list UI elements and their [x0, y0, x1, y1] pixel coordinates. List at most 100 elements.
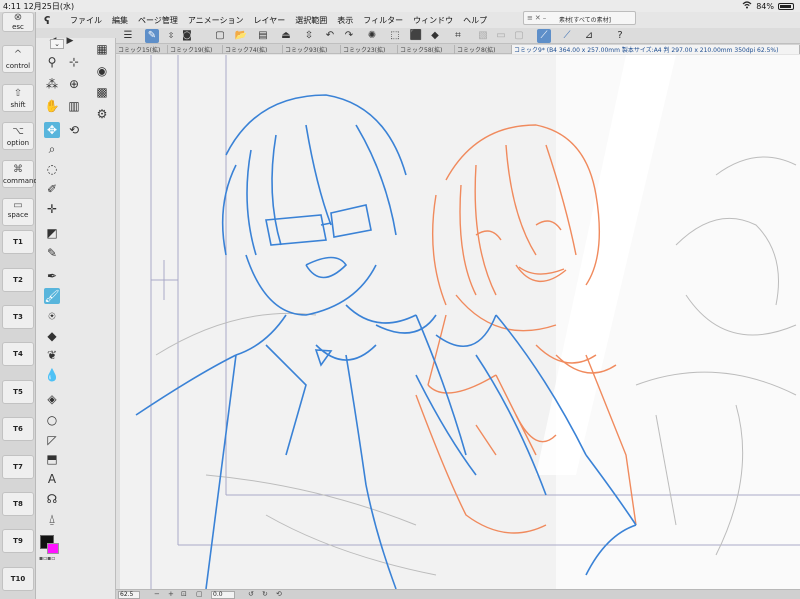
correct-line-icon[interactable]: ⍙ [44, 511, 60, 527]
figure-icon[interactable]: ○ [44, 412, 60, 428]
deselect-icon[interactable]: ▭ [494, 29, 508, 43]
layer-property-icon[interactable]: ▩ [94, 84, 110, 100]
shift-key[interactable]: ⇧ shift [2, 84, 34, 112]
menu-view[interactable]: 表示 [337, 15, 353, 26]
menu-edit[interactable]: 編集 [112, 15, 128, 26]
menu-layer[interactable]: レイヤー [254, 15, 286, 26]
menu-filter[interactable]: フィルター [363, 15, 403, 26]
lasso-icon[interactable]: ◌ [44, 161, 60, 177]
invert-selection-icon[interactable]: ▧ [476, 29, 490, 43]
menu-window[interactable]: ウィンドウ [413, 15, 453, 26]
fill-select-icon[interactable]: ⊕ [66, 76, 82, 92]
pen-mode-icon[interactable]: ✎ [145, 29, 159, 43]
rotate-right-icon[interactable]: ↻ [262, 590, 268, 598]
layer-stack-icon[interactable]: ▦ [94, 41, 110, 57]
rotation-field[interactable]: 0.0 [211, 591, 235, 599]
companion-mode-icon[interactable]: ◙ [180, 29, 194, 43]
custom-key-t8[interactable]: T8 [2, 492, 34, 516]
magnifier-icon[interactable]: ⌕ [44, 141, 60, 157]
menu-toggle-icon[interactable]: ☰ [121, 29, 135, 43]
save-icon[interactable]: ▤ [256, 29, 270, 43]
decoration-icon[interactable]: ❦ [44, 347, 60, 363]
navigator-icon[interactable]: ◉ [94, 63, 110, 79]
app-logo-icon[interactable]: ʕ [44, 14, 60, 27]
tab-comic23[interactable]: コミック23(拡) [341, 45, 398, 54]
tab-comic8[interactable]: コミック8(拡) [455, 45, 512, 54]
fill-bucket-icon[interactable]: ◈ [44, 391, 60, 407]
fit-screen-icon[interactable]: ⊡ [181, 590, 187, 598]
tab-comic58[interactable]: コミック58(拡) [398, 45, 455, 54]
magic-wand-icon[interactable]: ⁂ [44, 76, 60, 92]
clear-outside-icon[interactable]: ⬛ [409, 29, 423, 43]
brush-size-icon[interactable]: ⚙ [94, 106, 110, 122]
redo-icon[interactable]: ↷ [342, 29, 356, 43]
menu-help[interactable]: ヘルプ [463, 15, 487, 26]
reset-rotation-icon[interactable]: ⟲ [276, 590, 282, 598]
custom-key-t3[interactable]: T3 [2, 305, 34, 329]
crop-icon[interactable]: ⌗ [451, 29, 465, 43]
rotate-left-icon[interactable]: ↺ [248, 590, 254, 598]
move-layer-icon[interactable]: ✥ [44, 122, 60, 138]
custom-key-t5[interactable]: T5 [2, 380, 34, 404]
help-icon[interactable]: ? [613, 29, 627, 43]
menu-animation[interactable]: アニメーション [188, 15, 244, 26]
tab-comic93[interactable]: コミック93(拡) [283, 45, 341, 54]
custom-key-t10[interactable]: T10 [2, 567, 34, 591]
snap-ruler-icon[interactable]: ⟋ [537, 29, 551, 43]
undo-redo-stepper-icon[interactable]: ⇳ [302, 29, 316, 43]
airbrush-icon[interactable]: ⍟ [44, 308, 60, 324]
esc-key[interactable]: ⊗ esc [2, 12, 34, 32]
pen-tool-icon[interactable]: ✒ [44, 268, 60, 284]
balloon-icon[interactable]: ☊ [44, 491, 60, 507]
custom-key-t6[interactable]: T6 [2, 417, 34, 441]
zoom-out-icon[interactable]: − [154, 590, 160, 598]
option-key[interactable]: ⌥ option [2, 122, 34, 150]
blend-icon[interactable]: 💧 [44, 367, 60, 383]
tab-comic15[interactable]: コミック15(拡) [116, 45, 168, 54]
transform-icon[interactable]: ✛ [44, 201, 60, 217]
custom-key-t1[interactable]: T1 [2, 230, 34, 254]
menu-selection[interactable]: 選択範囲 [295, 15, 327, 26]
custom-key-t9[interactable]: T9 [2, 529, 34, 553]
control-key[interactable]: ^ control [2, 45, 34, 73]
eyedropper-icon[interactable]: ✐ [44, 181, 60, 197]
frame-border-icon[interactable]: ◸ [44, 432, 60, 448]
eraser-icon[interactable]: ◆ [44, 328, 60, 344]
sync-icon[interactable]: ⟲ [66, 122, 82, 138]
snap-special-ruler-icon[interactable]: ⟋ [560, 29, 574, 43]
snap-grid-icon[interactable]: ⊿ [582, 29, 596, 43]
custom-key-t2[interactable]: T2 [2, 268, 34, 292]
menu-file[interactable]: ファイル [70, 15, 102, 26]
hand-tool-icon[interactable]: ✋ [44, 98, 60, 114]
zoom-in-icon[interactable]: + [168, 590, 174, 598]
operation-icon[interactable]: ⬒ [44, 451, 60, 467]
fill-icon[interactable]: ◆ [428, 29, 442, 43]
material-window[interactable]: ≡✕– 素材[すべての素材] [523, 11, 636, 25]
pencil-icon[interactable]: ✎ [44, 245, 60, 261]
zoom-tool-icon[interactable]: ⚲ [44, 54, 60, 70]
window-controls-icon[interactable]: ≡✕– [527, 14, 548, 22]
space-key[interactable]: ▭ space [2, 198, 34, 226]
layer-move-icon[interactable]: ⊹ [66, 54, 82, 70]
new-canvas-icon[interactable]: ▢ [213, 29, 227, 43]
menu-page-management[interactable]: ページ管理 [138, 15, 178, 26]
drawing-canvas[interactable] [116, 55, 800, 589]
palette-dropdown-icon[interactable]: ⌄ [50, 39, 64, 49]
zoom-field[interactable]: 62.5 [118, 591, 140, 599]
transparent-color-icon[interactable]: ▪▫▪▫ [39, 556, 55, 562]
text-icon[interactable]: A [44, 471, 60, 487]
tab-comic19[interactable]: コミック19(拡) [168, 45, 223, 54]
stepper-icon[interactable]: ⇳ [164, 29, 178, 43]
open-file-icon[interactable]: 📂 [234, 29, 248, 43]
sub-view-icon[interactable]: ▥ [66, 98, 82, 114]
command-key[interactable]: ⌘ command [2, 160, 38, 188]
clear-layer-icon[interactable]: ⬚ [388, 29, 402, 43]
selection-show-icon[interactable]: ▢ [512, 29, 526, 43]
actual-size-icon[interactable]: ▢ [196, 590, 203, 598]
export-icon[interactable]: ⏏ [279, 29, 293, 43]
gradient-icon[interactable]: ◩ [44, 225, 60, 241]
palette-forward-icon[interactable]: ▶ [62, 33, 78, 49]
loading-icon[interactable]: ✺ [365, 29, 379, 43]
custom-key-t7[interactable]: T7 [2, 455, 34, 479]
undo-icon[interactable]: ↶ [323, 29, 337, 43]
